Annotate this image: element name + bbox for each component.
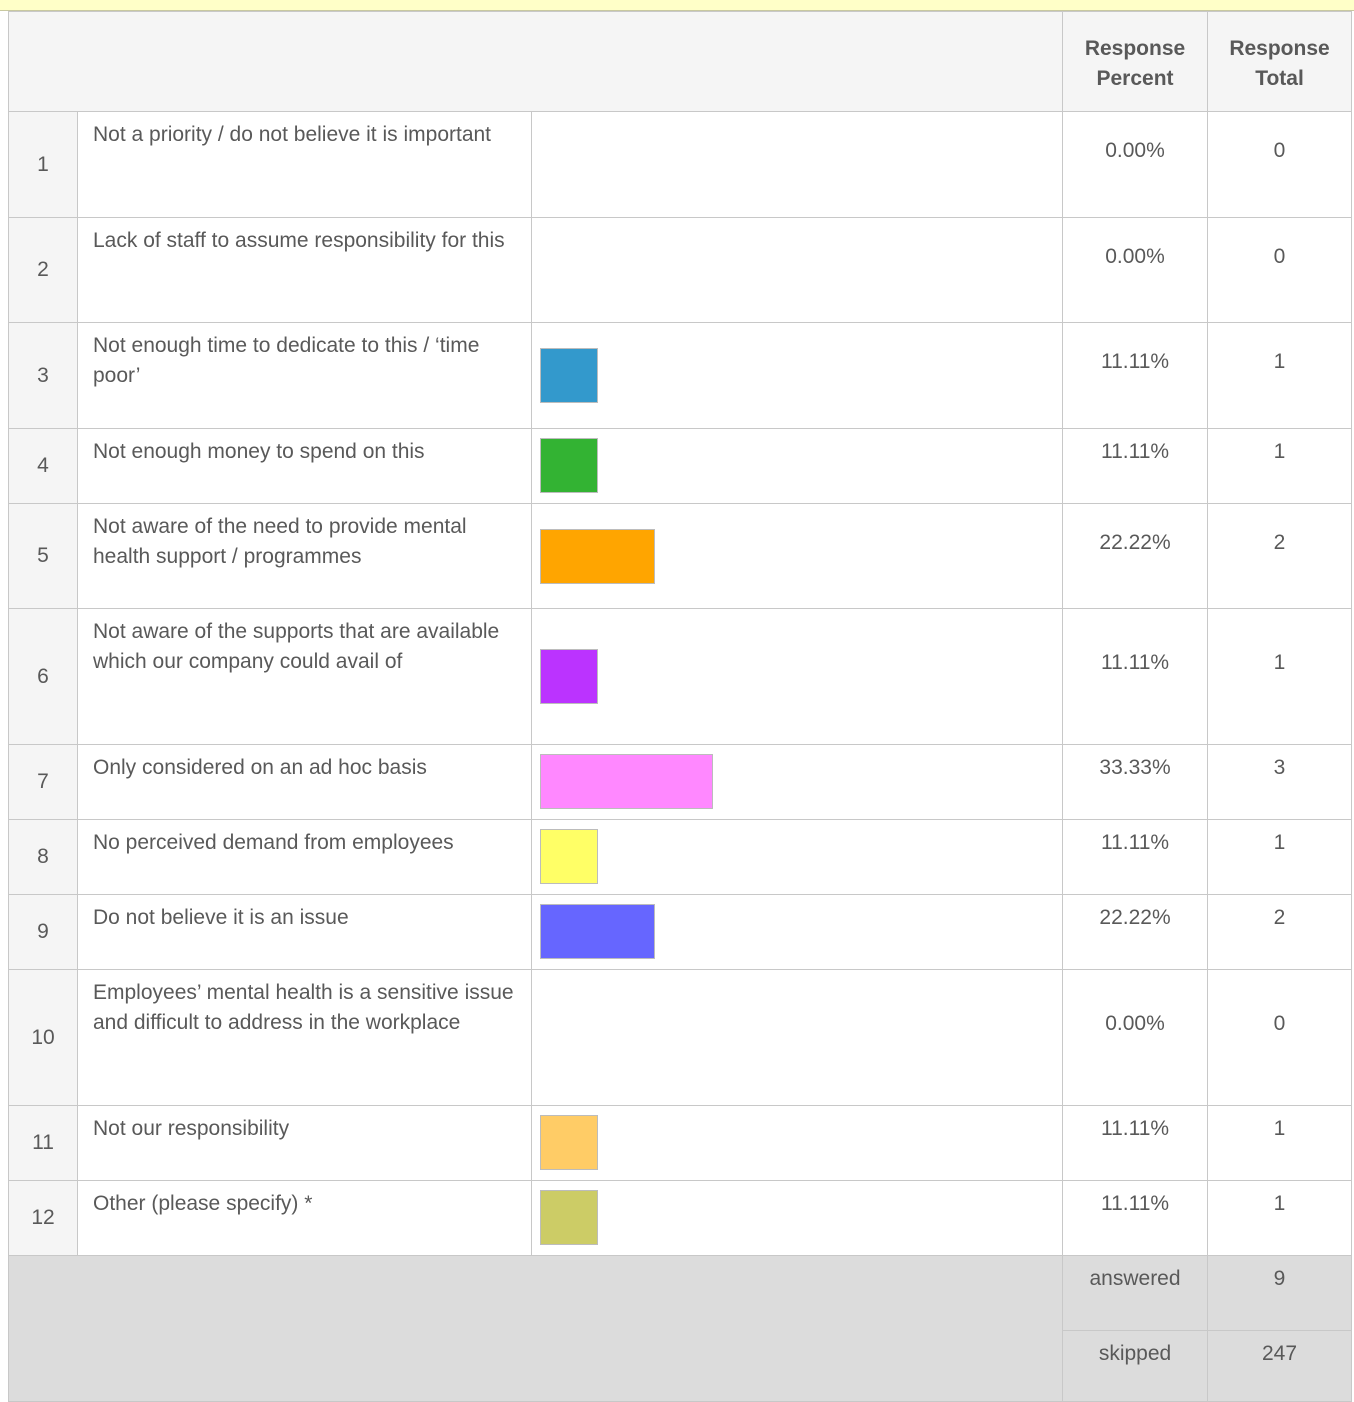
row-total: 0 — [1207, 111, 1353, 218]
row-label: Not enough money to spend on this — [77, 428, 532, 504]
bar-mark — [540, 529, 655, 584]
table-row: 11 Not our responsibility 11.11% 1 — [8, 1105, 1353, 1181]
row-number: 6 — [8, 608, 78, 745]
row-total: 1 — [1207, 1180, 1353, 1256]
header-row: Response Percent Response Total — [7, 11, 1353, 112]
row-percent: 11.11% — [1062, 428, 1209, 504]
row-number: 4 — [8, 428, 78, 504]
response-percent-header: Response Percent — [1062, 11, 1209, 112]
bar-cell — [530, 1105, 1064, 1181]
row-percent: 22.22% — [1062, 894, 1209, 970]
bar-mark — [540, 348, 598, 403]
row-percent: 22.22% — [1062, 503, 1209, 609]
bar-mark — [540, 829, 598, 884]
bar-cell — [530, 217, 1064, 323]
bar-mark — [540, 904, 655, 959]
row-label: Not a priority / do not believe it is im… — [77, 111, 532, 218]
row-total: 1 — [1207, 819, 1353, 895]
row-percent: 11.11% — [1062, 608, 1209, 745]
row-label: Do not believe it is an issue — [77, 894, 532, 970]
row-number: 9 — [8, 894, 78, 970]
row-number: 5 — [8, 503, 78, 609]
row-number: 2 — [8, 217, 78, 323]
bar-mark — [540, 1190, 598, 1245]
row-label: Not our responsibility — [77, 1105, 532, 1181]
row-percent: 0.00% — [1062, 111, 1209, 218]
table-row: 6 Not aware of the supports that are avai… — [8, 608, 1353, 745]
table-row: 5 Not aware of the need to provide mental… — [8, 503, 1353, 609]
bar-cell — [530, 1180, 1064, 1256]
top-strip — [0, 0, 1354, 11]
header-blank — [7, 11, 1064, 112]
bar-cell — [530, 322, 1064, 429]
response-total-header: Response Total — [1207, 11, 1353, 112]
row-percent: 0.00% — [1062, 969, 1209, 1106]
table-row: 8 No perceived demand from employees 11.11… — [8, 819, 1353, 895]
row-percent: 11.11% — [1062, 1180, 1209, 1256]
bar-cell — [530, 428, 1064, 504]
skipped-label: skipped — [1062, 1330, 1209, 1402]
row-number: 3 — [8, 322, 78, 429]
bar-mark — [540, 649, 598, 704]
row-percent: 33.33% — [1062, 744, 1209, 820]
row-total: 2 — [1207, 894, 1353, 970]
row-number: 12 — [8, 1180, 78, 1256]
table-row: 3 Not enough time to dedicate to this / ‘… — [8, 322, 1353, 429]
row-label: Lack of staff to assume responsibility f… — [77, 217, 532, 323]
summary-blank — [7, 1255, 1064, 1402]
row-label: Other (please specify) * — [77, 1180, 532, 1256]
row-number: 7 — [8, 744, 78, 820]
row-total: 0 — [1207, 969, 1353, 1106]
table-row: 2 Lack of staff to assume responsibility … — [8, 217, 1353, 323]
row-label: No perceived demand from employees — [77, 819, 532, 895]
rows-body: 1 Not a priority / do not believe it is i… — [8, 111, 1353, 1256]
bar-mark — [540, 754, 713, 809]
row-number: 11 — [8, 1105, 78, 1181]
table-row: 10 Employees’ mental health is a sensitiv… — [8, 969, 1353, 1106]
row-total: 1 — [1207, 1105, 1353, 1181]
bar-cell — [530, 111, 1064, 218]
row-number: 8 — [8, 819, 78, 895]
table-row: 9 Do not believe it is an issue 22.22% 2 — [8, 894, 1353, 970]
answered-value: 9 — [1207, 1255, 1353, 1331]
row-number: 1 — [8, 111, 78, 218]
bar-mark — [540, 438, 598, 493]
row-label: Not enough time to dedicate to this / ‘t… — [77, 322, 532, 429]
row-percent: 0.00% — [1062, 217, 1209, 323]
row-label: Only considered on an ad hoc basis — [77, 744, 532, 820]
bar-cell — [530, 819, 1064, 895]
bar-cell — [530, 894, 1064, 970]
row-percent: 11.11% — [1062, 322, 1209, 429]
row-label: Employees’ mental health is a sensitive … — [77, 969, 532, 1106]
bar-cell — [530, 608, 1064, 745]
table-row: 1 Not a priority / do not believe it is i… — [8, 111, 1353, 218]
row-label: Not aware of the supports that are avail… — [77, 608, 532, 745]
row-percent: 11.11% — [1062, 819, 1209, 895]
row-total: 3 — [1207, 744, 1353, 820]
row-total: 1 — [1207, 322, 1353, 429]
row-total: 1 — [1207, 428, 1353, 504]
answered-row: answered 9 — [7, 1255, 1353, 1402]
row-total: 2 — [1207, 503, 1353, 609]
row-total: 1 — [1207, 608, 1353, 745]
bar-cell — [530, 503, 1064, 609]
answered-label: answered — [1062, 1255, 1209, 1331]
row-label: Not aware of the need to provide mental … — [77, 503, 532, 609]
summary-body: answered 9 skipped 247 — [7, 1255, 1353, 1402]
results-table: Response Percent Response Total 1 Not a p… — [7, 11, 1353, 1402]
table-row: 4 Not enough money to spend on this 11.11%… — [8, 428, 1353, 504]
bar-mark — [540, 1115, 598, 1170]
bar-cell — [530, 969, 1064, 1106]
row-total: 0 — [1207, 217, 1353, 323]
row-percent: 11.11% — [1062, 1105, 1209, 1181]
row-number: 10 — [8, 969, 78, 1106]
bar-cell — [530, 744, 1064, 820]
skipped-value: 247 — [1207, 1330, 1353, 1402]
table-row: 12 Other (please specify) * 11.11% 1 — [8, 1180, 1353, 1256]
table-row: 7 Only considered on an ad hoc basis 33.33… — [8, 744, 1353, 820]
